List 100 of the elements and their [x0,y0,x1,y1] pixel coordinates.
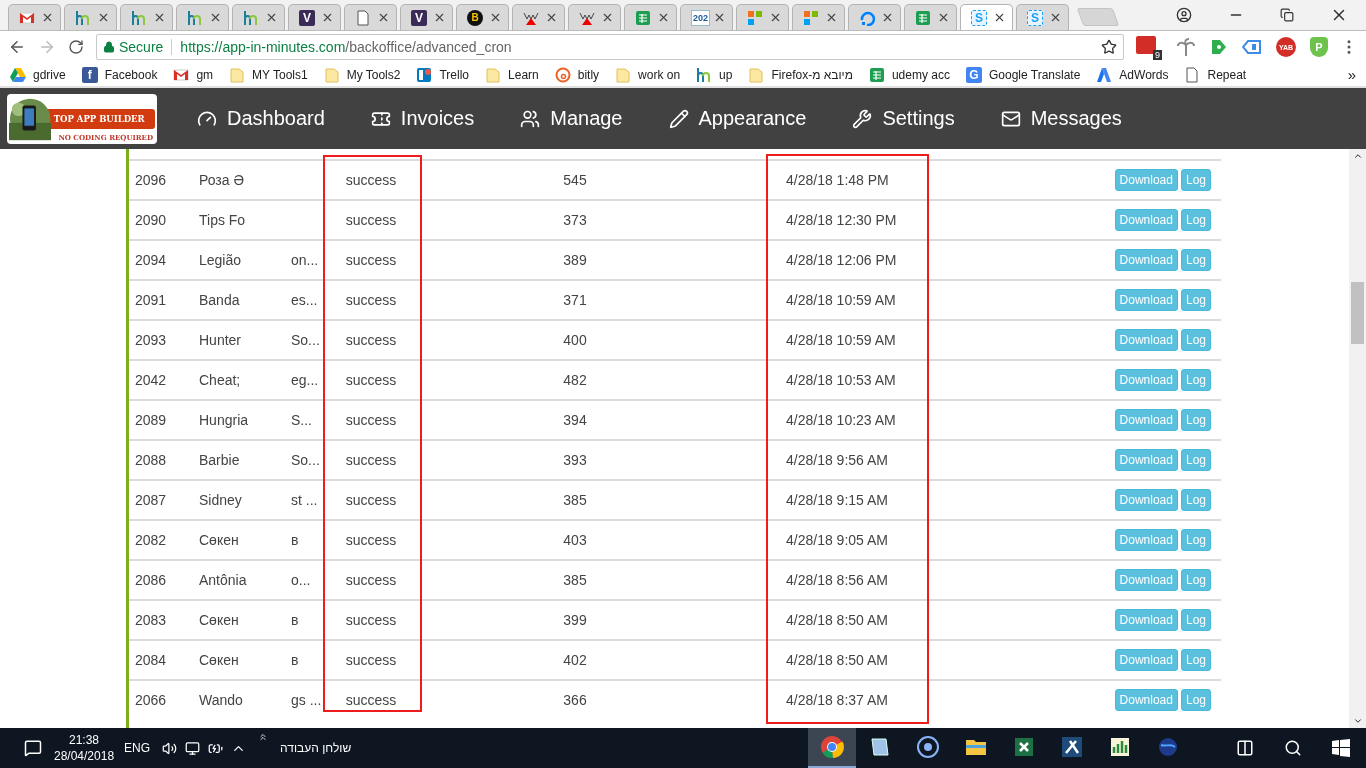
task-view-icon[interactable] [1236,739,1254,757]
language-indicator[interactable]: ENG [124,741,151,755]
document-icon [1184,66,1201,83]
nav-link[interactable]: Manage [520,107,623,130]
bookmark-link[interactable]: Firefox-מיובא מ [748,66,853,83]
browser-tab[interactable] [232,4,285,30]
clock-date[interactable]: 28/04/2018 [54,748,115,764]
bookmark-link[interactable]: gdrive [10,66,66,83]
extension-icon[interactable] [1136,36,1156,54]
nav-link[interactable]: Appearance [668,107,807,130]
browser-tab[interactable]: 202 [680,4,733,30]
browser-tab[interactable]: B [456,4,509,30]
address-field[interactable]: Secure https://app-in-minutes.com/backoffice/advanced_cron [96,34,1124,60]
nav-link[interactable]: Settings [852,107,955,130]
nav-link[interactable]: Invoices [370,107,475,130]
table-cell: 393 [563,452,587,468]
taskbar-app[interactable] [808,728,857,768]
tag-icon[interactable] [1242,38,1262,56]
people-icon [520,108,541,129]
status-cell: success [345,412,397,428]
scroll-down-icon[interactable] [1352,716,1363,726]
date-cell-text: 4/28/18 10:59 AM [785,292,897,308]
browser-tab[interactable] [568,4,621,30]
bookmark-link[interactable]: MY Tools1 [229,66,308,83]
close-icon[interactable] [489,11,502,24]
table-cell-text: 2087 [134,492,168,508]
bookmark-link[interactable]: Trello [416,66,470,83]
speaker-icon[interactable] [162,740,178,756]
restore-icon[interactable] [1280,8,1294,22]
browser-tab[interactable]: V [400,4,453,30]
bookmark-link[interactable]: udemy acc [868,66,950,83]
close-icon[interactable] [321,11,334,24]
close-icon[interactable] [433,11,446,24]
toolbar-label[interactable]: שולחן העבודה [280,741,352,755]
bookmark-link[interactable]: work on [615,66,681,83]
close-icon[interactable] [153,11,166,24]
browser-tab[interactable] [176,4,229,30]
close-icon[interactable] [601,11,614,24]
close-icon[interactable] [657,11,670,24]
close-icon[interactable] [713,11,726,24]
folder-icon [485,66,502,83]
browser-tab[interactable]: V [288,4,341,30]
notification-icon[interactable] [24,739,42,757]
bookmark-link[interactable]: Learn [485,66,539,83]
letter-icon: S [1027,9,1043,26]
browser-tab[interactable] [512,4,565,30]
close-icon[interactable] [209,11,222,24]
nav-link[interactable]: Messages [1000,107,1122,130]
folder-icon [615,66,632,83]
close-icon[interactable] [825,11,838,24]
arches-icon [187,9,203,26]
bookmark-link[interactable]: My Tools2 [323,66,401,83]
bookmark-link[interactable]: f Facebook [81,66,158,83]
star-icon[interactable] [1101,39,1117,55]
scroll-thumb[interactable] [1351,282,1364,344]
close-icon[interactable] [377,11,390,24]
scrollbar[interactable] [1349,149,1366,728]
bookmark-link[interactable]: AdWords [1096,66,1169,83]
bookmark-link[interactable]: Repeat [1184,66,1247,83]
profile-icon[interactable] [1176,7,1192,23]
close-icon[interactable] [769,11,782,24]
close-icon[interactable] [97,11,110,24]
search-icon[interactable] [1284,739,1302,757]
back-icon[interactable] [8,38,26,56]
circle-icon [554,66,571,83]
close-icon[interactable] [937,11,950,24]
status-cell: success [345,212,397,228]
close-icon[interactable] [993,11,1006,24]
browser-tab[interactable] [8,4,61,30]
close-icon[interactable] [1049,11,1062,24]
scroll-up-icon[interactable] [1352,151,1363,161]
wrench-icon [852,108,873,129]
reload-icon[interactable] [68,39,84,55]
clock-time[interactable]: 21:38 [69,732,100,748]
browser-tab[interactable] [344,4,397,30]
network-icon[interactable] [185,740,201,756]
table-cell-text: Cheat; [198,372,241,388]
table-cell: 385 [563,572,587,588]
tag-icon[interactable] [1210,38,1228,56]
close-icon[interactable] [41,11,54,24]
table-cell: So... [291,332,320,348]
close-icon[interactable] [881,11,894,24]
envelope-icon [19,9,35,26]
windows-icon[interactable] [1332,739,1350,757]
bookmark-link[interactable]: up [696,66,733,83]
bookmark-link[interactable]: G Google Translate [965,66,1081,83]
table-cell-text: Сөкен [198,652,239,668]
close-icon[interactable] [265,11,278,24]
bookmark-link[interactable]: bitly [554,66,600,83]
chevrons-icon[interactable] [258,732,269,742]
palm-tree-icon[interactable] [1176,37,1196,57]
bookmark-link[interactable]: gm [173,66,214,83]
browser-tab[interactable] [64,4,117,30]
board-icon [416,66,433,83]
table-cell: 385 [563,492,587,508]
more-bookmarks[interactable]: » [1347,66,1356,83]
close-icon[interactable] [545,11,558,24]
date-cell-text: 4/28/18 9:15 AM [785,492,889,508]
nav-link[interactable]: Dashboard [197,107,325,130]
browser-tab[interactable] [120,4,173,30]
